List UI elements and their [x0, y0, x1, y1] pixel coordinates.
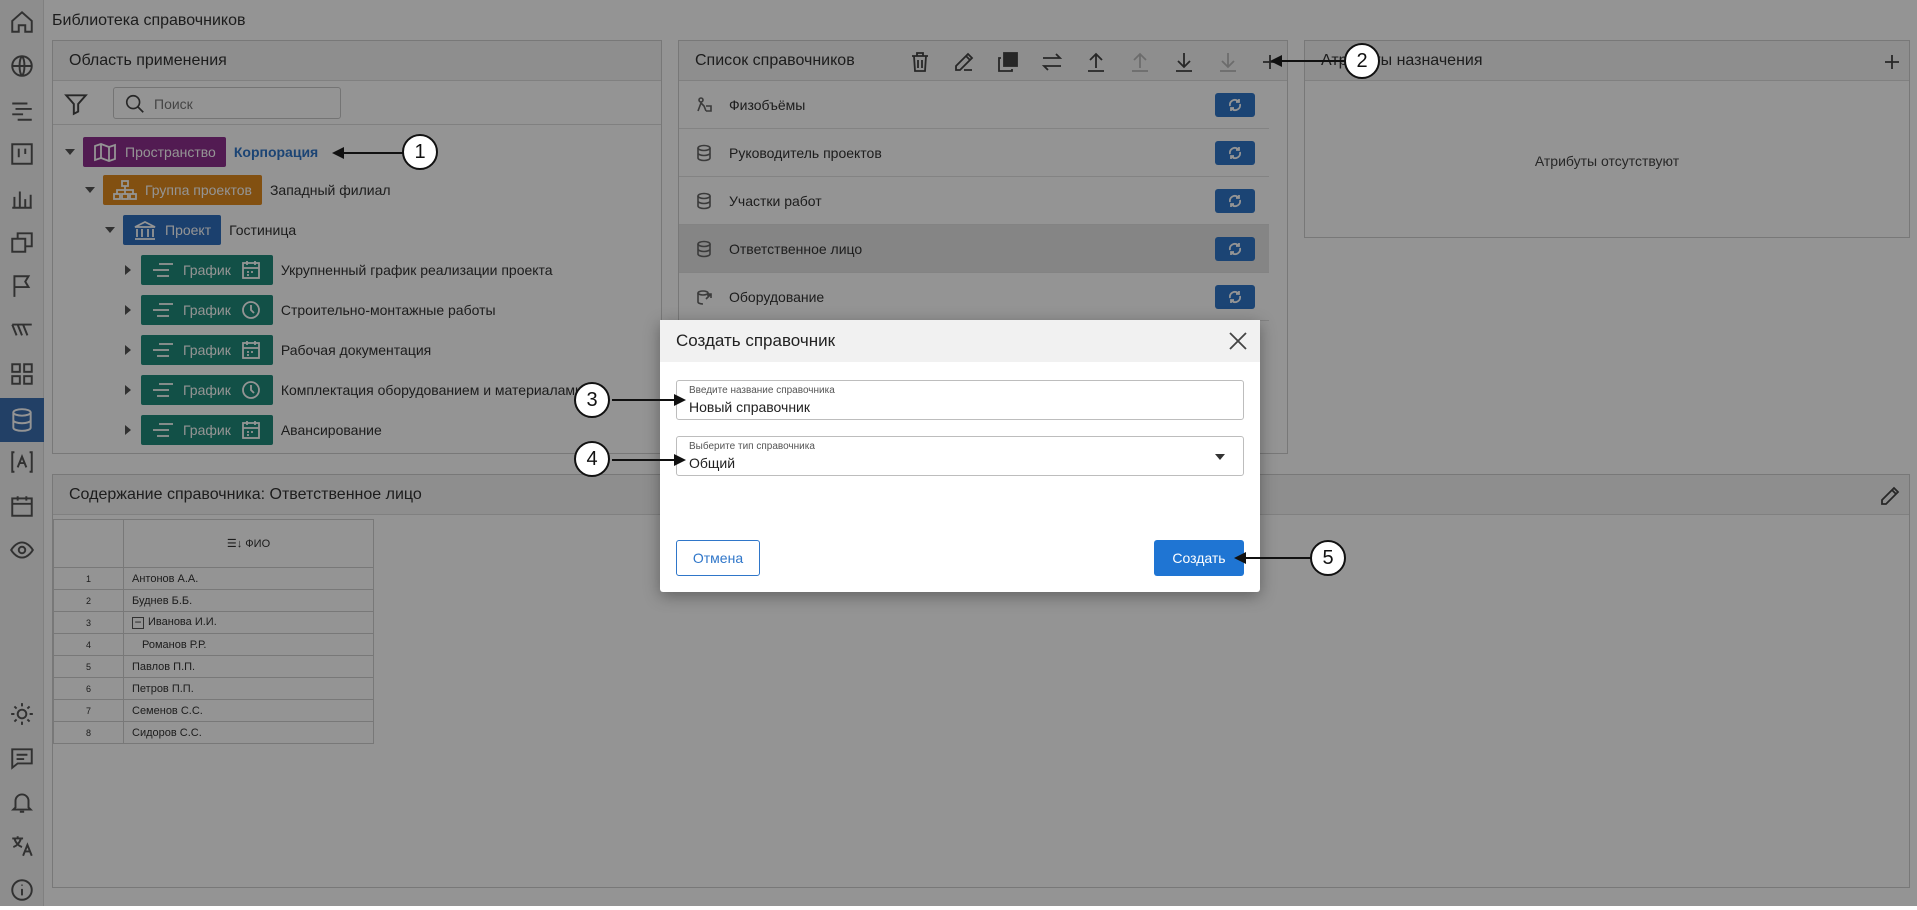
- dialog-header: Создать справочник: [660, 320, 1260, 362]
- dictionary-name-value: Новый справочник: [689, 399, 810, 415]
- callout-5: 5: [1310, 540, 1346, 576]
- callout-arrow: [332, 147, 404, 159]
- callout-3: 3: [574, 382, 610, 418]
- close-icon[interactable]: [1226, 329, 1250, 353]
- callout-arrow: [1270, 55, 1346, 67]
- cancel-button[interactable]: Отмена: [676, 540, 760, 576]
- dictionary-type-value: Общий: [689, 455, 736, 471]
- callout-arrow: [612, 459, 676, 461]
- callout-2: 2: [1344, 43, 1380, 79]
- callout-1: 1: [402, 134, 438, 170]
- dictionary-name-field[interactable]: Введите название справочника Новый справ…: [676, 380, 1244, 420]
- dictionary-type-label: Выберите тип справочника: [689, 441, 815, 452]
- callout-arrow: [612, 399, 676, 401]
- dictionary-type-select[interactable]: Выберите тип справочника Общий: [676, 436, 1244, 476]
- create-button[interactable]: Создать: [1154, 540, 1244, 576]
- dictionary-name-label: Введите название справочника: [689, 385, 835, 396]
- callout-4: 4: [574, 441, 610, 477]
- dialog-title: Создать справочник: [676, 331, 836, 350]
- chevron-down-icon[interactable]: [1215, 454, 1225, 460]
- callout-arrow: [1234, 552, 1314, 564]
- create-dictionary-dialog: Создать справочник Введите название спра…: [660, 320, 1260, 592]
